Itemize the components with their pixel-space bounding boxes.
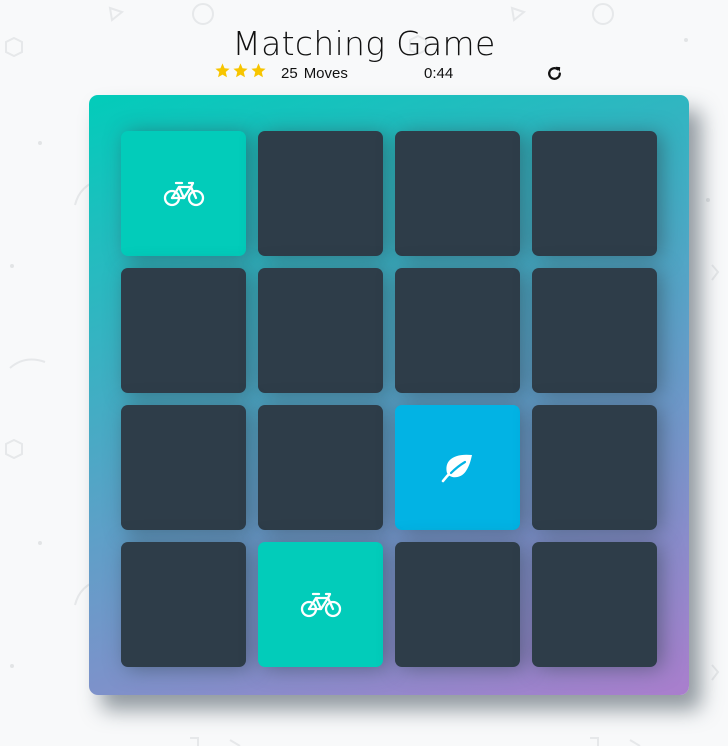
card-deck xyxy=(89,95,689,695)
card-closed[interactable] xyxy=(121,405,246,530)
card-closed[interactable] xyxy=(258,268,383,393)
card-closed[interactable] xyxy=(121,542,246,667)
star-icon xyxy=(251,63,266,78)
card-closed[interactable] xyxy=(532,268,657,393)
card-closed[interactable] xyxy=(258,131,383,256)
card-closed[interactable] xyxy=(532,542,657,667)
restart-icon[interactable] xyxy=(546,65,563,82)
page-title: Matching Game xyxy=(232,24,496,64)
star-rating xyxy=(214,62,267,79)
card-closed[interactable] xyxy=(395,131,520,256)
moves-counter: 25 Moves xyxy=(281,65,348,82)
bicycle-icon xyxy=(163,181,204,206)
card-closed[interactable] xyxy=(395,542,520,667)
moves-count: 25 xyxy=(281,65,298,82)
star-icon xyxy=(233,63,248,78)
card-closed[interactable] xyxy=(395,268,520,393)
card-match[interactable] xyxy=(258,542,383,667)
card-closed[interactable] xyxy=(121,268,246,393)
bicycle-icon xyxy=(300,592,341,617)
card-match[interactable] xyxy=(121,131,246,256)
card-closed[interactable] xyxy=(532,405,657,530)
leaf-icon xyxy=(441,454,472,482)
card-closed[interactable] xyxy=(532,131,657,256)
score-panel: 25 Moves 0:44 xyxy=(0,60,728,86)
card-open[interactable] xyxy=(395,405,520,530)
timer: 0:44 xyxy=(424,65,454,82)
star-icon xyxy=(215,63,230,78)
card-closed[interactable] xyxy=(258,405,383,530)
moves-label: Moves xyxy=(303,65,348,82)
